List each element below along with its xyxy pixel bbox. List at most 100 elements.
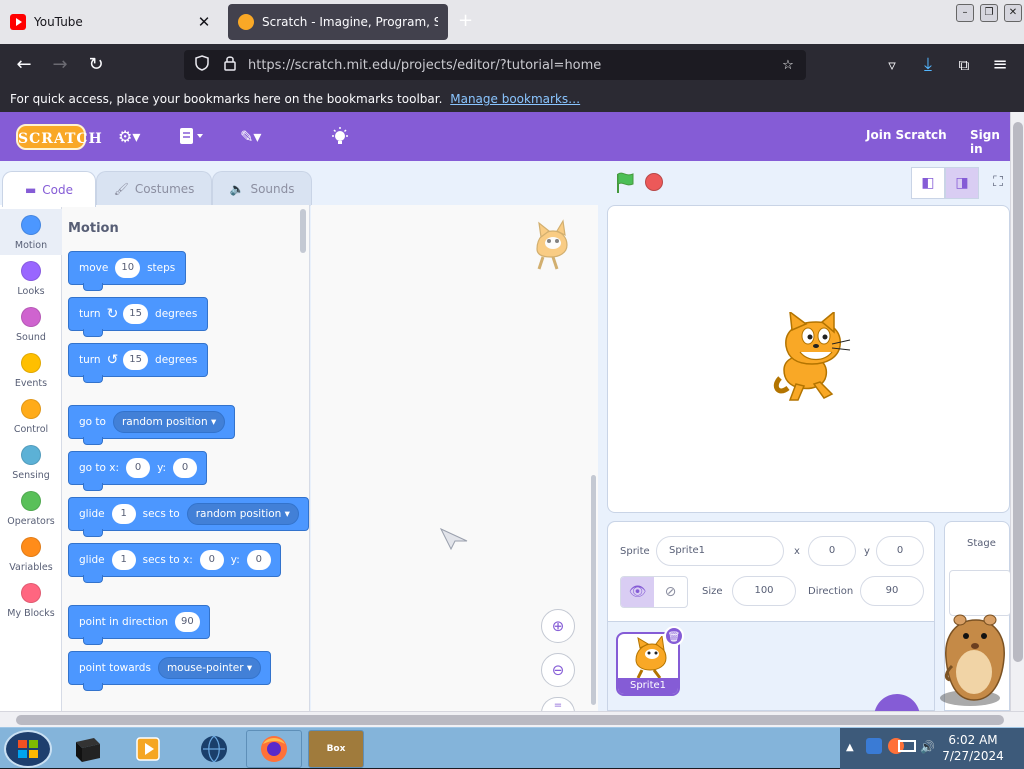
y-input[interactable]: 0 xyxy=(246,550,271,570)
target-dropdown[interactable]: mouse-pointer ▾ xyxy=(157,657,262,679)
turn-left-block[interactable]: turn ↺ 15 degrees xyxy=(68,343,209,383)
lock-icon[interactable] xyxy=(220,55,240,75)
category-operators[interactable]: Operators xyxy=(0,485,62,531)
go-to-block[interactable]: go to random position ▾ xyxy=(68,405,236,445)
file-menu-icon[interactable] xyxy=(178,126,206,148)
glide-xy-block[interactable]: glide 1 secs to x: 0 y: 0 xyxy=(68,543,281,583)
menu-icon[interactable]: ≡ xyxy=(988,53,1012,77)
category-motion[interactable]: Motion xyxy=(0,209,62,255)
minimize-icon[interactable]: – xyxy=(956,4,974,22)
glide-to-block[interactable]: glide 1 secs to random position ▾ xyxy=(68,497,309,537)
extensions-icon[interactable]: ⧉ xyxy=(952,53,976,77)
steps-input[interactable]: 10 xyxy=(115,258,141,278)
degrees-input[interactable]: 15 xyxy=(123,304,149,324)
manage-bookmarks-link[interactable]: Manage bookmarks… xyxy=(450,92,580,106)
y-input[interactable]: 0 xyxy=(876,536,924,566)
back-arrow-icon[interactable]: ← xyxy=(12,53,36,77)
tab-youtube[interactable]: YouTube ✕ xyxy=(0,4,222,40)
category-sensing[interactable]: Sensing xyxy=(0,439,62,485)
secs-input[interactable]: 1 xyxy=(111,504,136,524)
forward-arrow-icon[interactable]: → xyxy=(48,53,72,77)
pocket-icon[interactable]: ▿ xyxy=(880,53,904,77)
cat-sprite[interactable] xyxy=(770,310,854,407)
target-dropdown[interactable]: random position ▾ xyxy=(186,503,299,525)
taskbar-cube-app-icon[interactable] xyxy=(60,730,116,768)
settings-gear-icon[interactable]: ⚙▾ xyxy=(118,126,140,148)
join-scratch-link[interactable]: Join Scratch xyxy=(866,128,947,142)
close-tab-icon[interactable]: ✕ xyxy=(196,13,212,31)
stage[interactable] xyxy=(607,205,1010,513)
category-events[interactable]: Events xyxy=(0,347,62,393)
x-input[interactable]: 0 xyxy=(126,458,151,478)
tab-code[interactable]: ▬ Code xyxy=(2,171,96,207)
palette-scrollbar[interactable] xyxy=(300,209,306,253)
taskbar-box-app-icon[interactable]: Box xyxy=(308,730,364,768)
category-sound[interactable]: Sound xyxy=(0,301,62,347)
fullscreen-icon[interactable]: ⛶ xyxy=(983,167,1013,199)
taskbar-firefox-icon[interactable] xyxy=(246,730,302,768)
category-variables[interactable]: Variables xyxy=(0,531,62,577)
close-window-icon[interactable]: ✕ xyxy=(1004,4,1022,22)
zoom-in-icon[interactable]: ⊕ xyxy=(541,609,575,643)
y-input[interactable]: 0 xyxy=(173,458,198,478)
download-icon[interactable]: ⤓ xyxy=(916,53,940,77)
green-flag-icon[interactable] xyxy=(613,171,637,198)
x-input[interactable]: 0 xyxy=(808,536,856,566)
x-input[interactable]: 0 xyxy=(199,550,224,570)
bookmark-star-icon[interactable]: ☆ xyxy=(778,58,798,73)
category-label: Operators xyxy=(7,516,55,527)
stop-sign-icon[interactable] xyxy=(645,173,663,191)
tutorials-lightbulb-icon[interactable] xyxy=(330,126,350,148)
small-stage-icon[interactable]: ◧ xyxy=(911,167,945,199)
secs-input[interactable]: 1 xyxy=(111,550,136,570)
page-vertical-scrollbar[interactable] xyxy=(1010,112,1024,711)
script-workspace[interactable]: ⊕ ⊖ = xyxy=(311,205,598,713)
visibility-toggle: 👁 ⊘ xyxy=(620,576,688,608)
category-looks[interactable]: Looks xyxy=(0,255,62,301)
scrollbar-thumb[interactable] xyxy=(16,715,1004,725)
scratch-logo[interactable]: SCRATCH xyxy=(16,124,102,150)
target-dropdown[interactable]: random position ▾ xyxy=(112,411,226,433)
block-text: glide xyxy=(79,554,105,566)
x-label: x xyxy=(794,546,800,557)
category-label: Control xyxy=(13,424,49,435)
degrees-input[interactable]: 15 xyxy=(123,350,149,370)
turn-right-block[interactable]: turn ↻ 15 degrees xyxy=(68,297,209,337)
sign-in-link[interactable]: Sign in xyxy=(970,128,1010,156)
new-tab-icon[interactable]: + xyxy=(458,10,473,31)
reload-icon[interactable]: ↻ xyxy=(84,53,108,77)
shield-icon[interactable] xyxy=(192,55,212,75)
tab-costumes[interactable]: 🖌 Costumes xyxy=(96,171,212,206)
move-steps-block[interactable]: move 10 steps xyxy=(68,251,187,291)
maximize-icon[interactable]: ❐ xyxy=(980,4,998,22)
large-stage-icon[interactable]: ◨ xyxy=(945,167,979,199)
hide-eye-icon[interactable]: ⊘ xyxy=(654,577,687,607)
url-text[interactable]: https://scratch.mit.edu/projects/editor/… xyxy=(248,58,778,73)
delete-trash-icon[interactable]: 🗑 xyxy=(664,626,684,646)
point-in-direction-block[interactable]: point in direction 90 xyxy=(68,605,210,645)
network-icon[interactable] xyxy=(898,740,916,752)
start-button[interactable] xyxy=(4,730,52,768)
category-control[interactable]: Control xyxy=(0,393,62,439)
direction-input[interactable]: 90 xyxy=(175,612,200,632)
workspace-scrollbar[interactable] xyxy=(591,475,596,705)
direction-input[interactable]: 90 xyxy=(860,576,924,606)
tray-expand-icon[interactable]: ▲ xyxy=(846,742,854,753)
go-to-xy-block[interactable]: go to x: 0 y: 0 xyxy=(68,451,208,491)
taskbar-globe-icon[interactable] xyxy=(186,730,242,768)
address-bar[interactable]: https://scratch.mit.edu/projects/editor/… xyxy=(184,50,806,80)
point-towards-block[interactable]: point towards mouse-pointer ▾ xyxy=(68,651,272,691)
show-eye-icon[interactable]: 👁 xyxy=(621,577,654,607)
edit-menu-icon[interactable]: ✎▾ xyxy=(240,126,261,148)
zoom-out-icon[interactable]: ⊖ xyxy=(541,653,575,687)
taskbar-media-player-icon[interactable] xyxy=(120,730,176,768)
tab-sounds[interactable]: 🔈 Sounds xyxy=(212,171,312,206)
category-my-blocks[interactable]: My Blocks xyxy=(0,577,62,623)
scrollbar-thumb[interactable] xyxy=(1013,122,1023,662)
sprite-name-input[interactable]: Sprite1 xyxy=(656,536,784,566)
tray-app-icon[interactable] xyxy=(866,738,882,754)
page-horizontal-scrollbar[interactable] xyxy=(0,711,1024,727)
size-input[interactable]: 100 xyxy=(732,576,796,606)
tab-scratch[interactable]: Scratch - Imagine, Program, Sh xyxy=(228,4,448,40)
taskbar-clock[interactable]: 6:02 AM 7/27/2024 xyxy=(926,732,1020,764)
